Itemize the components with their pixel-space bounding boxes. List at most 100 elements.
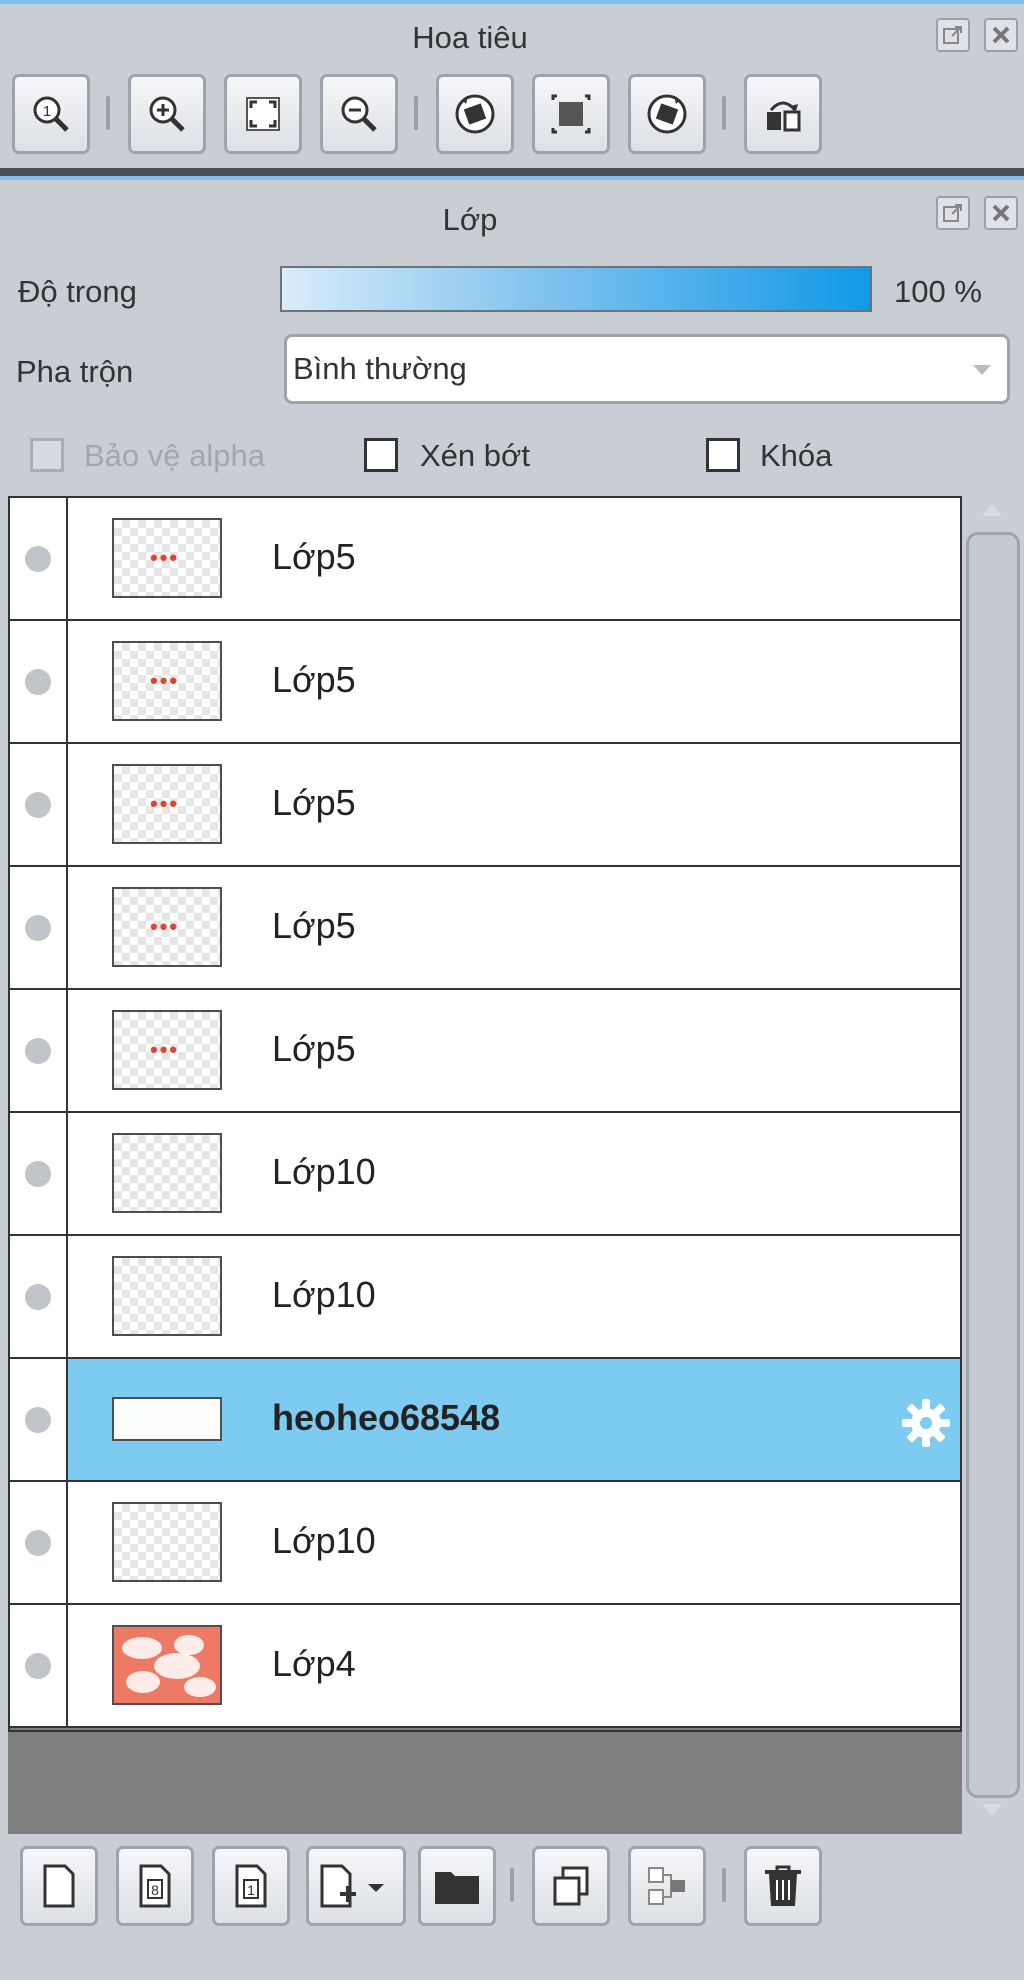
close-icon — [992, 204, 1010, 222]
layer-visibility-toggle[interactable] — [10, 1605, 68, 1726]
layer-row[interactable]: ••• Lớp5 — [10, 498, 960, 621]
layer-name: Lớp10 — [272, 1151, 376, 1192]
layer-row[interactable]: Lớp10 — [10, 1236, 960, 1359]
new-1bit-layer-icon: 1 — [235, 1864, 267, 1908]
visibility-dot-icon — [25, 1161, 51, 1187]
rotate-right-button[interactable] — [628, 74, 706, 154]
merge-down-button[interactable] — [628, 1846, 706, 1926]
new-8bit-layer-button[interactable]: 8 — [116, 1846, 194, 1926]
opacity-slider[interactable] — [280, 266, 872, 312]
zoom-actual-button[interactable]: 1 — [12, 74, 90, 154]
popout-icon — [943, 26, 962, 44]
zoom-in-button[interactable] — [128, 74, 206, 154]
blend-mode-value: Bình thường — [293, 351, 467, 386]
layer-visibility-toggle[interactable] — [10, 1236, 68, 1357]
zoom-out-button[interactable] — [320, 74, 398, 154]
layer-visibility-toggle[interactable] — [10, 1359, 68, 1480]
thumbnail-shape — [174, 1635, 204, 1655]
layer-visibility-toggle[interactable] — [10, 1482, 68, 1603]
visibility-dot-icon — [25, 1038, 51, 1064]
trash-icon — [765, 1865, 801, 1906]
visibility-dot-icon — [25, 1530, 51, 1556]
close-icon — [992, 26, 1010, 44]
svg-text:1: 1 — [43, 103, 51, 120]
layer-row[interactable]: ••• Lớp5 — [10, 621, 960, 744]
visibility-dot-icon — [25, 1284, 51, 1310]
add-layer-menu-icon — [320, 1864, 384, 1908]
navigator-title: Hoa tiêu — [412, 20, 528, 55]
fit-screen-icon — [246, 97, 280, 131]
layer-row[interactable]: ••• Lớp5 — [10, 867, 960, 990]
rotate-left-button[interactable] — [436, 74, 514, 154]
scroll-down-icon[interactable] — [982, 1804, 1002, 1816]
layer-row[interactable]: heoheo68548 — [10, 1359, 960, 1482]
tool-separator — [414, 96, 418, 130]
layer-row[interactable]: ••• Lớp5 — [10, 744, 960, 867]
fit-screen-button[interactable] — [224, 74, 302, 154]
merge-down-icon — [648, 1867, 685, 1905]
new-layer-button[interactable] — [20, 1846, 98, 1926]
thumbnail-shape — [184, 1677, 216, 1697]
blend-mode-label: Pha trộn — [16, 354, 134, 389]
tool-separator — [510, 1868, 514, 1902]
layer-thumbnail — [112, 1397, 222, 1441]
layer-visibility-toggle[interactable] — [10, 498, 68, 619]
blend-mode-select[interactable]: Bình thường — [284, 334, 1010, 404]
layer-row[interactable]: Lớp10 — [10, 1113, 960, 1236]
thumbnail-dots: ••• — [150, 1037, 180, 1062]
navigator-popout-button[interactable] — [936, 18, 970, 52]
gear-icon[interactable] — [900, 1397, 952, 1449]
new-folder-button[interactable] — [418, 1846, 496, 1926]
clipping-label: Xén bớt — [420, 438, 530, 473]
layers-close-button[interactable] — [984, 196, 1018, 230]
layer-row[interactable]: ••• Lớp5 — [10, 990, 960, 1113]
visibility-dot-icon — [25, 792, 51, 818]
layer-visibility-toggle[interactable] — [10, 744, 68, 865]
add-layer-menu-button[interactable] — [306, 1846, 406, 1926]
thumbnail-shape — [154, 1653, 200, 1679]
lock-checkbox[interactable] — [706, 438, 740, 472]
layer-name: Lớp5 — [272, 1028, 356, 1069]
visibility-dot-icon — [25, 915, 51, 941]
new-1bit-layer-button[interactable]: 1 — [212, 1846, 290, 1926]
rotate-right-icon — [647, 94, 687, 134]
scroll-up-icon[interactable] — [982, 504, 1002, 516]
layer-thumbnail — [112, 1502, 222, 1582]
delete-layer-button[interactable] — [744, 1846, 822, 1926]
layer-row[interactable]: Lớp4 — [10, 1605, 960, 1728]
layer-thumbnail — [112, 1625, 222, 1705]
opacity-label: Độ trong — [18, 274, 137, 309]
layer-name: Lớp10 — [272, 1520, 376, 1561]
layers-top-accent — [0, 176, 1024, 180]
rotate-left-icon — [455, 94, 495, 134]
visibility-dot-icon — [25, 1407, 51, 1433]
layer-visibility-toggle[interactable] — [10, 990, 68, 1111]
layer-name: heoheo68548 — [272, 1397, 501, 1438]
protect-alpha-checkbox[interactable] — [30, 438, 64, 472]
layer-visibility-toggle[interactable] — [10, 1113, 68, 1234]
visibility-dot-icon — [25, 1653, 51, 1679]
duplicate-layer-button[interactable] — [532, 1846, 610, 1926]
layer-visibility-toggle[interactable] — [10, 867, 68, 988]
layer-thumbnail: ••• — [112, 764, 222, 844]
layers-panel-title: Lớp — [442, 202, 498, 237]
scrollbar-thumb[interactable] — [966, 532, 1020, 1798]
layer-thumbnail: ••• — [112, 641, 222, 721]
layer-thumbnail: ••• — [112, 887, 222, 967]
layers-popout-button[interactable] — [936, 196, 970, 230]
reset-view-icon — [551, 94, 591, 134]
folder-icon — [435, 1872, 479, 1904]
zoom-actual-icon: 1 — [33, 96, 69, 132]
duplicate-layer-icon — [553, 1866, 589, 1906]
clipping-checkbox[interactable] — [364, 438, 398, 472]
svg-text:8: 8 — [151, 1882, 159, 1898]
navigator-close-button[interactable] — [984, 18, 1018, 52]
layer-list: ••• Lớp5 ••• Lớp5 ••• Lớp5 ••• Lớp5 ••• Lớp5 Lớp10… — [8, 496, 962, 1732]
layer-row[interactable]: Lớp10 — [10, 1482, 960, 1605]
tool-separator — [722, 1868, 726, 1902]
navigator-top-accent — [0, 0, 1024, 4]
thumbnail-shape — [122, 1637, 162, 1659]
reset-view-button[interactable] — [532, 74, 610, 154]
flip-horizontal-button[interactable] — [744, 74, 822, 154]
layer-visibility-toggle[interactable] — [10, 621, 68, 742]
